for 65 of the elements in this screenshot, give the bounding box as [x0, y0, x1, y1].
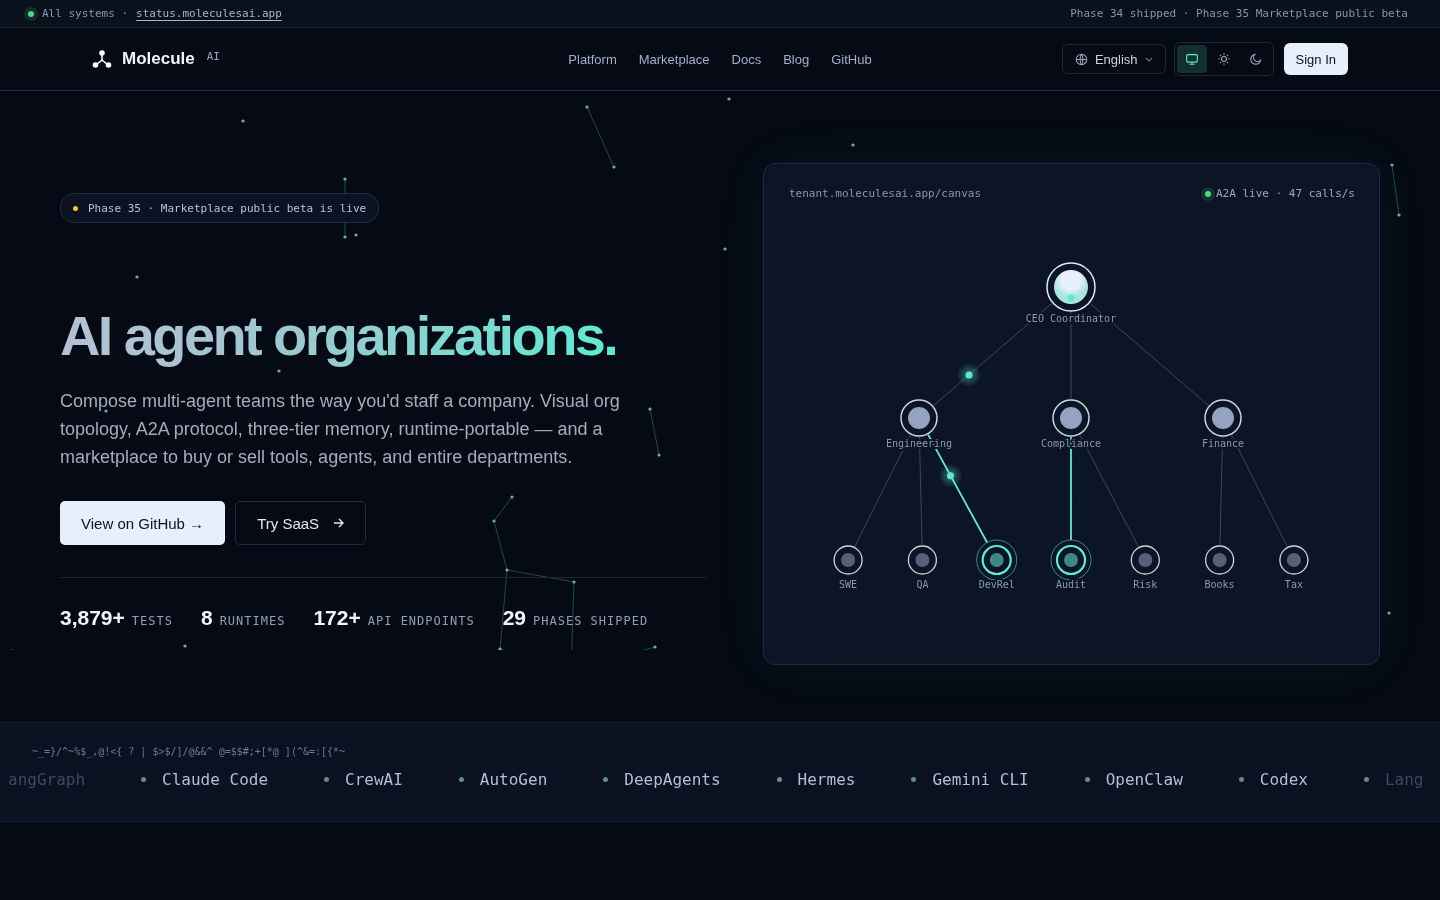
github-button[interactable]: View on GitHub → [60, 501, 226, 545]
live-dot [1204, 190, 1211, 197]
node-label: CEO Coordinator [1025, 313, 1117, 324]
bullet-dot [1238, 777, 1244, 782]
node-label: QA [916, 579, 929, 590]
bullet-dot [1084, 777, 1090, 782]
language-select[interactable]: English [1061, 44, 1166, 74]
stat-label: TESTS [131, 614, 173, 628]
ticker-item: Gemini CLI [932, 770, 1029, 789]
nav-link[interactable]: Platform [568, 51, 617, 67]
nav-link[interactable]: GitHub [831, 51, 872, 67]
ticker-item: Hermes [797, 770, 856, 789]
nav-link[interactable]: Docs [731, 51, 762, 67]
node-label: Audit [1055, 579, 1087, 590]
logo-suffix: AI [206, 49, 220, 63]
node-label: DevRel [978, 579, 1015, 590]
live-status: A2A live · 47 calls/s [1215, 187, 1355, 200]
ticker-item: CrewAI [345, 770, 403, 789]
chevron-down-icon [1144, 56, 1153, 62]
ticker-item: Claude Code [162, 770, 269, 789]
status-dot [73, 205, 78, 211]
monitor-icon[interactable] [1176, 45, 1207, 73]
canvas-url: tenant.moleculesai.app/canvas [789, 187, 982, 200]
signal-dot [957, 362, 981, 387]
stat-value: 172+ [313, 606, 361, 630]
bullet-dot [603, 777, 609, 782]
node-label: Books [1204, 579, 1235, 590]
node-label: Tax [1284, 579, 1303, 590]
ticker-item: DeepAgents [624, 770, 721, 789]
bullet-dot [1363, 777, 1369, 782]
ticker-item: angGraph [8, 770, 86, 789]
announcement-text: Phase 34 shipped · Phase 35 Marketplace public beta [1070, 7, 1408, 20]
stat-value: 3,879+ [60, 606, 125, 630]
ticker-item: OpenClaw [1105, 770, 1183, 789]
nav-link[interactable]: Blog [783, 51, 810, 67]
status-text: All systems · [42, 7, 129, 20]
signal-dot [938, 463, 963, 488]
logo-text: Molecule [122, 49, 195, 69]
hero-description: Compose multi-agent teams the way you'd staff a company. Visual org topology, A2A protocol, three-tier memory, runtime-portable — and a marketplace to buy or sell tools, agents, and entire departments. [60, 390, 621, 469]
stat-label: PHASES SHIPPED [533, 614, 649, 628]
bullet-dot [911, 777, 917, 782]
nav-link[interactable]: Marketplace [638, 51, 710, 67]
arrow-right-icon [333, 518, 345, 528]
molecule-logo-icon [92, 50, 112, 68]
bullet-dot [458, 777, 464, 782]
node-label: SWE [839, 579, 858, 590]
ticker-item: AutoGen [479, 770, 548, 789]
status-link[interactable]: status.moleculesai.app [136, 7, 282, 20]
stat-label: RUNTIMES [219, 614, 286, 628]
stat-label: API ENDPOINTS [367, 614, 475, 628]
stat-value: 8 [200, 606, 213, 630]
node-label: Finance [1201, 438, 1245, 449]
ticker-item: Lang [1384, 770, 1424, 789]
try-saas-button[interactable]: Try SaaS [235, 501, 367, 545]
status-dot [28, 10, 34, 17]
ticker-item: Codex [1259, 770, 1308, 789]
stat-value: 29 [502, 606, 527, 630]
bullet-dot [141, 777, 147, 782]
badge-text: Phase 35 · Marketplace public beta is live [88, 201, 367, 215]
node-label: Risk [1133, 579, 1158, 590]
sign-in-button[interactable]: Sign In [1283, 43, 1348, 75]
globe-icon [1074, 52, 1088, 66]
glyph-line: ~_=}/^~%$_,@!<{ ? | $>$/]/@&&^ @=$$#;+[*@ ](^&=:[{*~ [31, 745, 347, 757]
bullet-dot [776, 777, 782, 782]
bullet-dot [324, 777, 330, 782]
